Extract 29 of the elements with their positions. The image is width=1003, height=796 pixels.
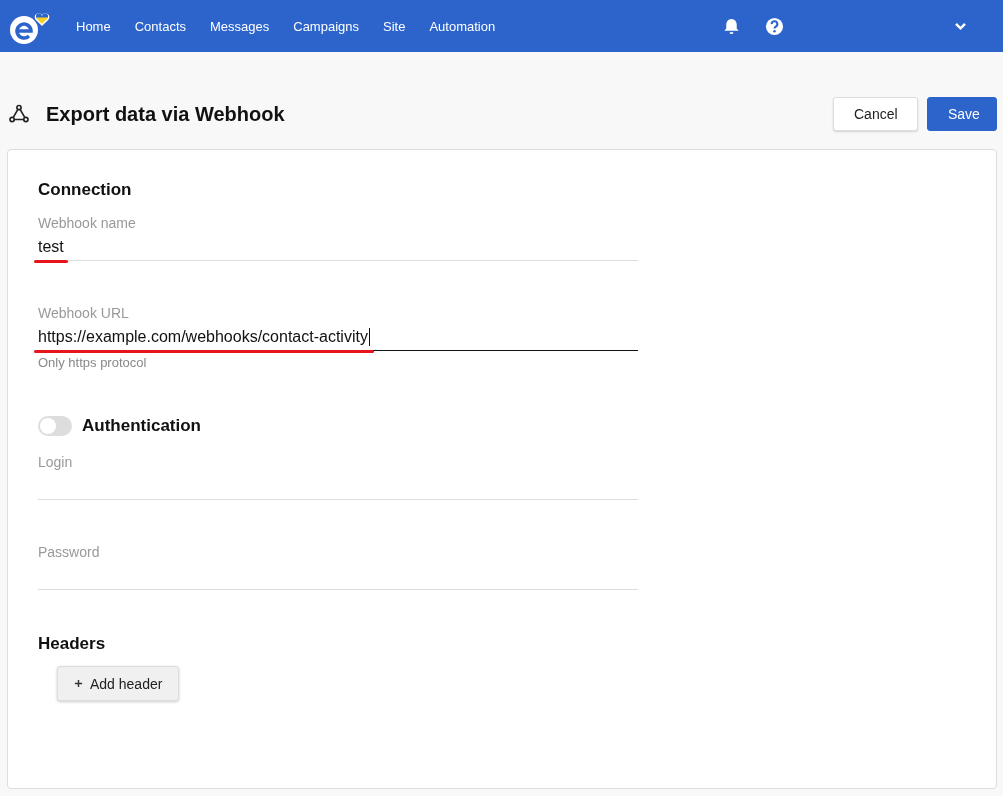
plus-icon — [74, 679, 83, 688]
field-label: Password — [38, 544, 101, 560]
help-icon[interactable] — [765, 16, 784, 36]
bell-icon[interactable] — [722, 16, 741, 36]
field-value: test — [38, 237, 64, 256]
nav-link[interactable]: Automation — [417, 18, 508, 34]
field-label: Webhook name — [38, 215, 137, 231]
chevron-down-icon[interactable] — [954, 21, 967, 31]
section-heading: Connection — [38, 180, 133, 200]
cancel-button[interactable]: Cancel — [833, 97, 918, 131]
nav-link[interactable]: Contacts — [122, 18, 198, 34]
field-hint: Only https protocol — [38, 355, 148, 370]
nav-link[interactable]: Home — [64, 18, 123, 34]
add-header-button[interactable]: Add header — [57, 666, 180, 701]
page-title: Export data via Webhook — [46, 102, 285, 126]
webhook-icon — [8, 103, 30, 125]
field-label: Login — [38, 454, 74, 470]
text-cursor — [368, 327, 370, 346]
section-heading: Authentication — [82, 416, 201, 436]
nav-link[interactable]: Campaigns — [281, 18, 371, 34]
nav-link[interactable]: Messages — [198, 18, 282, 34]
section-heading: Headers — [38, 634, 107, 654]
input-field[interactable]: https://example.com/webhooks/contact-activity — [38, 321, 638, 351]
field-value: https://example.com/webhooks/contact-activity — [38, 327, 368, 346]
input-field[interactable]: test — [38, 231, 638, 261]
toggle-switch[interactable] — [38, 416, 72, 436]
field-label: Webhook URL — [38, 305, 130, 321]
save-button[interactable]: Save — [927, 97, 997, 131]
nav-link[interactable]: Site — [371, 18, 418, 34]
